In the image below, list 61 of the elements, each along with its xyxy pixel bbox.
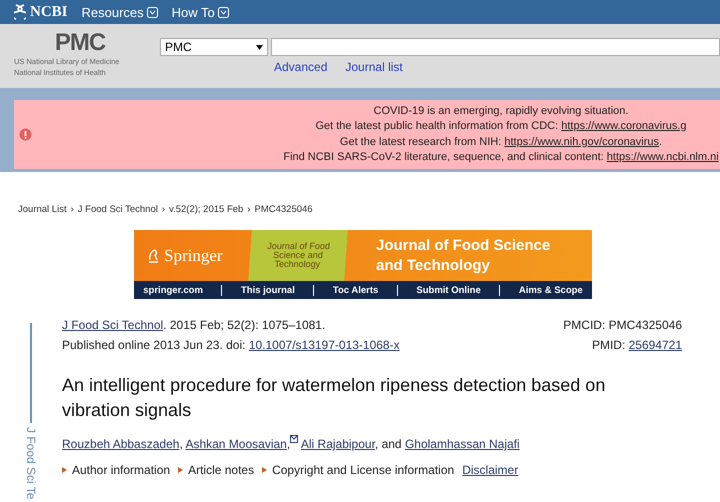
- journal-link[interactable]: J Food Sci Technol: [62, 318, 164, 332]
- alert-link[interactable]: https://www.nih.gov/coronavirus: [504, 136, 660, 148]
- horse-icon: [146, 248, 160, 264]
- breadcrumb-separator: ›: [162, 204, 166, 215]
- journal-title: Journal of Food Science: [376, 236, 550, 256]
- journal-title: and Technology: [376, 256, 491, 276]
- nav-menu[interactable]: How To: [172, 4, 229, 20]
- alert-text: Find NCBI SARS-CoV-2 literature, sequence, and clinical content: https://www.ncbi.nlm.ni: [283, 150, 719, 165]
- springer-logo: Springer: [134, 246, 250, 266]
- ncbi-logo[interactable]: NCBI: [14, 4, 68, 20]
- author-separator: ,: [286, 437, 290, 451]
- author-link[interactable]: Ashkan Moosavian: [185, 437, 287, 451]
- pmid-text: PMID: 25694721: [592, 337, 682, 354]
- author-link[interactable]: Ali Rajabipour: [300, 437, 375, 451]
- breadcrumb-item[interactable]: J Food Sci Technol: [78, 204, 158, 215]
- breadcrumb-item[interactable]: Journal List: [18, 204, 67, 215]
- section-toggle[interactable]: Article notes: [188, 463, 254, 477]
- search-field[interactable]: [271, 38, 720, 56]
- pmid-link[interactable]: 25694721: [628, 338, 682, 352]
- breadcrumb-separator: ›: [70, 204, 74, 215]
- banner-link[interactable]: Submit Online: [416, 284, 481, 296]
- section-toggle[interactable]: Copyright and License information: [272, 463, 454, 477]
- mail-icon[interactable]: [290, 435, 298, 443]
- alert-text: Get the latest research from NIH: https://www.nih.gov/coronavirus.: [340, 134, 662, 150]
- banner-link[interactable]: springer.com: [143, 284, 203, 296]
- disclaimer-link[interactable]: Disclaimer: [462, 463, 518, 477]
- article-title: An intelligent procedure for watermelon ripeness detection based on vibration signals: [62, 374, 606, 422]
- header-link[interactable]: Advanced: [274, 60, 328, 74]
- author-separator: ,: [179, 437, 183, 451]
- expand-icon: [178, 467, 184, 473]
- published-text: Published online 2013 Jun 23. doi: 10.1007/s13197-013-1068-x: [62, 337, 400, 354]
- alert-link[interactable]: https://www.ncbi.nlm.ni: [606, 151, 719, 163]
- header-link[interactable]: Journal list: [345, 60, 403, 74]
- dropdown-arrow-icon: [256, 44, 263, 50]
- database-select[interactable]: PMC: [160, 38, 268, 56]
- breadcrumb-item: PMC4325046: [254, 204, 313, 215]
- side-label: J Food Sci Te: [24, 427, 38, 500]
- pmcid-text: PMCID: PMC4325046: [563, 317, 682, 334]
- author-link[interactable]: Gholamhassan Najafi: [404, 437, 520, 451]
- banner-link[interactable]: Toc Alerts: [332, 284, 378, 296]
- dropdown-icon: [218, 6, 229, 18]
- expand-icon: [262, 467, 268, 473]
- author-separator: , and: [374, 437, 402, 451]
- banner-link[interactable]: Aims & Scope: [518, 284, 583, 296]
- expand-icon: [62, 467, 67, 473]
- journal-cover: Journal of Food Science and Technology: [248, 230, 348, 281]
- alert-icon: [19, 128, 32, 141]
- banner-link[interactable]: This journal: [241, 284, 295, 296]
- citation-text: J Food Sci Technol. 2015 Feb; 52(2): 1075–1081.: [62, 317, 326, 334]
- alert-text: COVID-19 is an emerging, rapidly evolving situation.: [374, 104, 628, 118]
- author-link[interactable]: Rouzbeh Abbaszadeh: [62, 437, 180, 451]
- journal-banner[interactable]: Springer Journal of Food Science and Technology Journal of Food Science and Technology: [134, 230, 592, 281]
- section-toggle[interactable]: Author information: [72, 463, 170, 477]
- alert-link[interactable]: https://www.coronavirus.g: [561, 120, 687, 132]
- dropdown-icon: [146, 6, 158, 18]
- breadcrumb-item[interactable]: v.52(2); 2015 Feb: [169, 204, 244, 215]
- pmc-logo[interactable]: PMC: [54, 30, 106, 56]
- alert-text: Get the latest public health information from CDC: https://www.coronavirus.g: [315, 119, 687, 134]
- breadcrumb-separator: ›: [247, 204, 250, 215]
- nav-menu[interactable]: Resources: [82, 4, 158, 20]
- doi-link[interactable]: 10.1007/s13197-013-1068-x: [248, 338, 400, 352]
